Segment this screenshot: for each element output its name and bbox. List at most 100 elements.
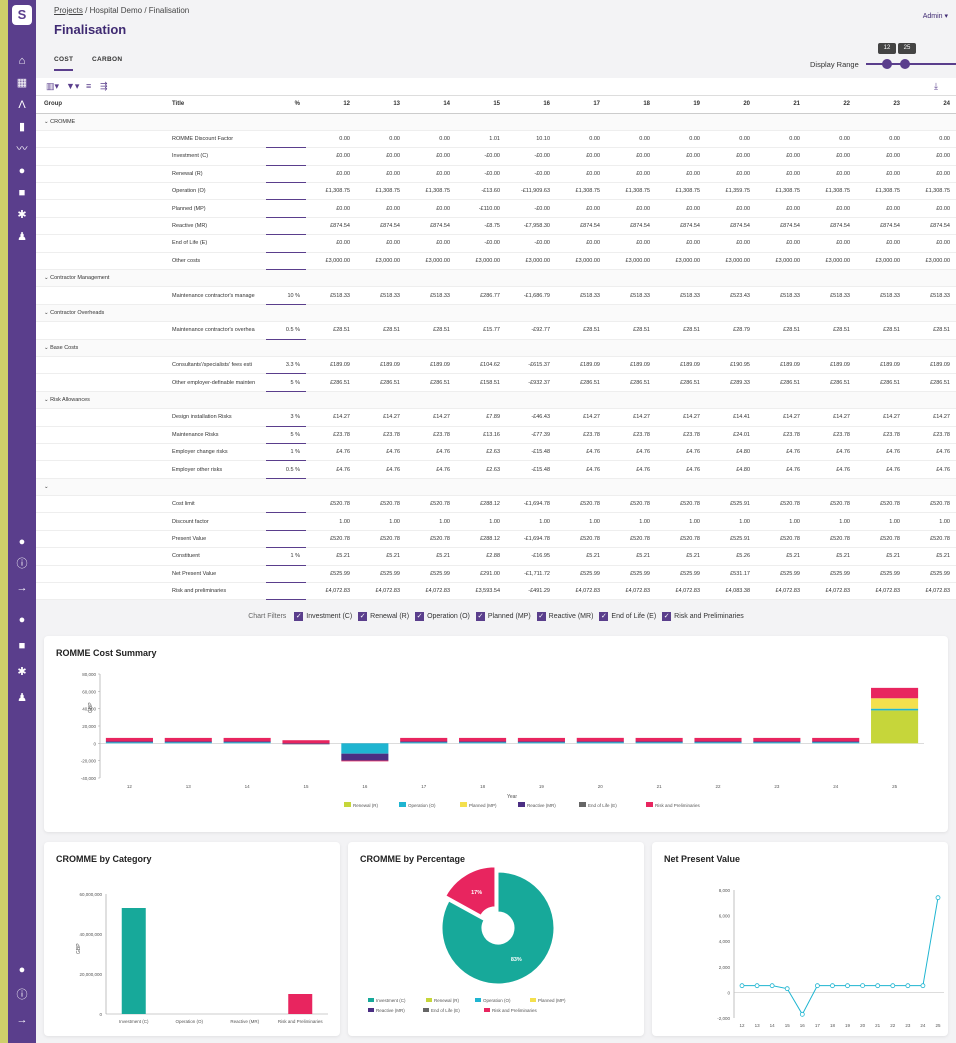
pct-input[interactable]: 5 %: [266, 373, 306, 392]
value-cell[interactable]: £874.54: [606, 217, 656, 236]
value-cell[interactable]: £520.78: [806, 530, 856, 549]
value-cell[interactable]: £3,000.00: [806, 252, 856, 271]
value-cell[interactable]: £520.78: [906, 495, 956, 514]
value-cell[interactable]: £289.33: [706, 373, 756, 392]
group-label[interactable]: ⌄ Risk Allowances: [36, 391, 306, 410]
value-cell[interactable]: £190.95: [706, 356, 756, 375]
pct-input[interactable]: [266, 217, 306, 236]
value-cell[interactable]: £1,308.75: [806, 182, 856, 201]
value-cell[interactable]: £14.27: [606, 408, 656, 427]
value-cell[interactable]: £0.00: [406, 234, 456, 253]
value-cell[interactable]: £28.51: [556, 321, 606, 340]
value-cell[interactable]: £520.78: [406, 495, 456, 514]
value-cell[interactable]: -£1,711.72: [506, 565, 556, 584]
value-cell[interactable]: -£0.00: [506, 147, 556, 166]
value-cell[interactable]: -£491.29: [506, 582, 556, 600]
value-cell[interactable]: £525.99: [306, 565, 356, 584]
value-cell[interactable]: £0.00: [356, 234, 406, 253]
value-cell[interactable]: £15.77: [456, 321, 506, 340]
value-cell[interactable]: £520.78: [656, 495, 706, 514]
value-cell[interactable]: £4.76: [406, 443, 456, 462]
value-cell[interactable]: £0.00: [306, 165, 356, 184]
user-menu[interactable]: Admin ▾: [923, 12, 948, 20]
value-cell[interactable]: £5.21: [806, 547, 856, 566]
value-cell[interactable]: £4.76: [356, 460, 406, 479]
help-icon[interactable]: ●: [8, 960, 36, 980]
group-label[interactable]: ⌄: [36, 478, 306, 497]
value-cell[interactable]: £0.00: [706, 147, 756, 166]
value-cell[interactable]: -£932.37: [506, 373, 556, 392]
density-icon[interactable]: ≡: [86, 81, 91, 91]
column-header-year[interactable]: 14: [406, 96, 456, 114]
value-cell[interactable]: £104.62: [456, 356, 506, 375]
value-cell[interactable]: -£1,686.79: [506, 286, 556, 305]
gear-icon[interactable]: ✱: [8, 205, 36, 225]
value-cell[interactable]: £520.78: [406, 530, 456, 549]
value-cell[interactable]: £520.78: [656, 530, 706, 549]
value-cell[interactable]: £28.51: [806, 321, 856, 340]
value-cell[interactable]: £4.76: [906, 460, 956, 479]
value-cell[interactable]: £23.78: [606, 426, 656, 444]
value-cell[interactable]: £3,000.00: [856, 252, 906, 271]
value-cell[interactable]: £518.33: [856, 286, 906, 305]
value-cell[interactable]: £874.54: [756, 217, 806, 236]
column-header-year[interactable]: 21: [756, 96, 806, 114]
column-header-year[interactable]: 22: [806, 96, 856, 114]
value-cell[interactable]: 0.00: [806, 130, 856, 149]
column-header-year[interactable]: 24: [906, 96, 956, 114]
value-cell[interactable]: £520.78: [306, 530, 356, 549]
value-cell[interactable]: £4.76: [306, 443, 356, 462]
value-cell[interactable]: £520.78: [356, 530, 406, 549]
value-cell[interactable]: £4.76: [756, 443, 806, 462]
value-cell[interactable]: £520.78: [806, 495, 856, 514]
value-cell[interactable]: £5.21: [856, 547, 906, 566]
value-cell[interactable]: £1,308.75: [856, 182, 906, 201]
value-cell[interactable]: £189.09: [306, 356, 356, 375]
value-cell[interactable]: £4,072.83: [806, 582, 856, 600]
value-cell[interactable]: £2.88: [456, 547, 506, 566]
value-cell[interactable]: £189.09: [756, 356, 806, 375]
value-cell[interactable]: £0.00: [556, 147, 606, 166]
value-cell[interactable]: £1,308.75: [556, 182, 606, 201]
arrow-icon[interactable]: →: [8, 1010, 36, 1030]
value-cell[interactable]: £3,000.00: [706, 252, 756, 271]
value-cell[interactable]: £1,308.75: [406, 182, 456, 201]
value-cell[interactable]: £874.54: [556, 217, 606, 236]
value-cell[interactable]: £520.78: [856, 530, 906, 549]
value-cell[interactable]: 0.00: [356, 130, 406, 149]
value-cell[interactable]: £23.78: [856, 426, 906, 444]
value-cell[interactable]: £525.99: [806, 565, 856, 584]
value-cell[interactable]: 1.00: [306, 512, 356, 531]
value-cell[interactable]: -£7,958.30: [506, 217, 556, 236]
value-cell[interactable]: £14.41: [706, 408, 756, 427]
value-cell[interactable]: -£13.60: [456, 182, 506, 201]
value-cell[interactable]: £28.51: [756, 321, 806, 340]
chart-filter-checkbox[interactable]: ✓ Reactive (MR): [531, 611, 593, 621]
value-cell[interactable]: £0.00: [806, 165, 856, 184]
info-icon[interactable]: ⓘ: [8, 985, 36, 1005]
value-cell[interactable]: £189.09: [856, 356, 906, 375]
info-icon[interactable]: ⓘ: [8, 554, 36, 574]
value-cell[interactable]: -£1,694.78: [506, 495, 556, 514]
value-cell[interactable]: £520.78: [756, 530, 806, 549]
pct-input[interactable]: [266, 234, 306, 253]
value-cell[interactable]: £520.78: [306, 495, 356, 514]
value-cell[interactable]: £3,000.00: [656, 252, 706, 271]
value-cell[interactable]: £5.21: [406, 547, 456, 566]
value-cell[interactable]: £5.21: [556, 547, 606, 566]
value-cell[interactable]: -£0.00: [456, 165, 506, 184]
value-cell[interactable]: £1,308.75: [356, 182, 406, 201]
value-cell[interactable]: £5.21: [606, 547, 656, 566]
value-cell[interactable]: £520.78: [906, 530, 956, 549]
column-header-year[interactable]: 20: [706, 96, 756, 114]
value-cell[interactable]: £5.26: [706, 547, 756, 566]
value-cell[interactable]: £1,308.75: [306, 182, 356, 201]
value-cell[interactable]: £286.77: [456, 286, 506, 305]
value-cell[interactable]: £0.00: [756, 234, 806, 253]
value-cell[interactable]: £4.76: [556, 443, 606, 462]
value-cell[interactable]: -£0.00: [506, 165, 556, 184]
value-cell[interactable]: £28.51: [406, 321, 456, 340]
value-cell[interactable]: £3,593.54: [456, 582, 506, 600]
value-cell[interactable]: £14.27: [306, 408, 356, 427]
value-cell[interactable]: £0.00: [306, 234, 356, 253]
